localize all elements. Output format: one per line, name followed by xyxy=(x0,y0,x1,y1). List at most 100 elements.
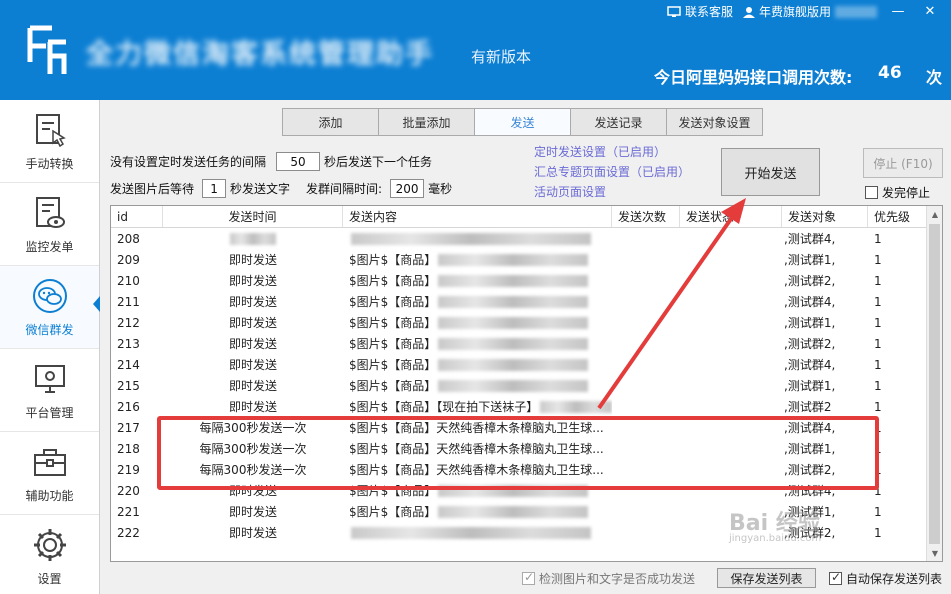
stop-after-finish-option[interactable]: 发完停止 xyxy=(865,184,930,201)
cell-target-text: ,测试群4, xyxy=(784,295,836,309)
table-row[interactable]: 212 即时发送 $图片$【商品】 ,测试群1, 1 xyxy=(111,312,942,333)
stop-button[interactable]: 停止 (F10) xyxy=(863,148,943,178)
table-row[interactable]: 214 即时发送 $图片$【商品】 ,测试群4, 1 xyxy=(111,354,942,375)
cell-send-count xyxy=(612,270,680,291)
cell-priority: 1 xyxy=(868,228,927,249)
table-row[interactable]: 215 即时发送 $图片$【商品】 ,测试群1, 1 xyxy=(111,375,942,396)
column-header-time[interactable]: 发送时间 xyxy=(163,206,343,227)
account-info[interactable]: 年费旗舰版用 xyxy=(742,3,877,20)
table-row[interactable]: 213 即时发送 $图片$【商品】 ,测试群2, 1 xyxy=(111,333,942,354)
cell-target-text: ,测试群1, xyxy=(784,379,836,393)
auto-save-checkbox[interactable] xyxy=(829,570,842,585)
api-count-value: 46 xyxy=(878,63,902,83)
settings-links: 定时发送设置（已启用） 汇总专题页面设置（已启用） 活动页面设置 xyxy=(534,142,690,202)
redacted-content xyxy=(438,274,589,287)
minimize-button[interactable]: — xyxy=(887,4,909,20)
cell-id: 209 xyxy=(111,249,163,270)
tab-add[interactable]: 添加 xyxy=(282,108,379,136)
cell-id: 212 xyxy=(111,312,163,333)
cell-id-text: 222 xyxy=(117,525,140,540)
table-row[interactable]: 210 即时发送 $图片$【商品】 ,测试群2, 1 xyxy=(111,270,942,291)
group-interval-input[interactable]: 200 xyxy=(390,179,425,198)
cell-content: $图片$【商品】 xyxy=(343,270,612,291)
check-send-option[interactable]: 检测图片和文字是否成功发送 xyxy=(522,570,695,587)
scrollbar-thumb[interactable] xyxy=(929,224,940,544)
redacted-username xyxy=(835,5,877,18)
scroll-up-icon[interactable]: ▲ xyxy=(927,206,942,222)
cell-priority-text: 1 xyxy=(874,525,882,540)
cell-target-text: ,测试群1, xyxy=(784,316,836,330)
redacted-content xyxy=(438,316,589,329)
column-header-id[interactable]: id xyxy=(111,206,163,227)
table-scrollbar[interactable]: ▲ ▼ xyxy=(926,206,942,561)
stop-after-finish-checkbox[interactable] xyxy=(865,186,878,199)
check-send-checkbox[interactable] xyxy=(522,570,535,585)
scroll-down-icon[interactable]: ▼ xyxy=(927,545,942,561)
column-header-status[interactable]: 发送状态 xyxy=(680,206,782,227)
cell-send-time-text: 即时发送 xyxy=(228,379,277,393)
tab-target-settings[interactable]: 发送对象设置 xyxy=(666,108,763,136)
cell-id: 214 xyxy=(111,354,163,375)
column-header-target[interactable]: 发送对象 xyxy=(782,206,868,227)
sidebar-item-monitor[interactable]: 监控发单 xyxy=(0,183,99,266)
table-row[interactable]: 216 即时发送 $图片$【商品】【现在拍下送袜子】 ,测试群2 1 xyxy=(111,396,942,417)
cell-content-text: $图片$【商品】 xyxy=(349,316,437,330)
wait-input[interactable]: 1 xyxy=(202,179,227,198)
cell-priority-text: 1 xyxy=(874,399,882,414)
column-header-priority[interactable]: 优先级 xyxy=(868,206,927,227)
sidebar-item-tools[interactable]: 辅助功能 xyxy=(0,432,99,515)
support-link[interactable]: 联系客服 xyxy=(667,3,733,20)
activity-page-settings-link[interactable]: 活动页面设置 xyxy=(534,182,690,202)
column-header-content[interactable]: 发送内容 xyxy=(343,206,612,227)
sidebar-item-label: 辅助功能 xyxy=(25,488,74,503)
cell-id: 217 xyxy=(111,417,163,438)
redacted-content xyxy=(438,379,589,392)
auto-save-option[interactable]: 自动保存发送列表 xyxy=(829,570,942,587)
column-header-count[interactable]: 发送次数 xyxy=(612,206,680,227)
new-version-link[interactable]: 有新版本 xyxy=(471,46,531,67)
cell-content-text: $图片$【商品】 xyxy=(349,253,437,267)
close-button[interactable]: ✕ xyxy=(919,4,941,20)
table-row[interactable]: 211 即时发送 $图片$【商品】 ,测试群4, 1 xyxy=(111,291,942,312)
save-list-button[interactable]: 保存发送列表 xyxy=(717,568,816,588)
cell-target-text: ,测试群2, xyxy=(784,337,836,351)
redacted-content xyxy=(438,358,589,371)
cell-send-status xyxy=(680,333,782,354)
cell-send-status xyxy=(680,291,782,312)
tab-send[interactable]: 发送 xyxy=(474,108,571,136)
interval-input[interactable]: 50 xyxy=(276,152,321,171)
cell-target: ,测试群4, xyxy=(782,291,868,312)
sidebar-item-platform[interactable]: 平台管理 xyxy=(0,349,99,432)
start-send-button[interactable]: 开始发送 xyxy=(721,148,820,196)
cell-send-status xyxy=(680,228,782,249)
cell-target: ,测试群4, xyxy=(782,228,868,249)
stop-after-finish-label: 发完停止 xyxy=(882,186,931,200)
cell-id-text: 212 xyxy=(117,315,140,330)
app-header: 全力微信淘客系统管理助手 有新版本 联系客服 年费旗舰版用 — ✕ 今日阿里妈妈… xyxy=(0,0,951,100)
schedule-settings-link[interactable]: 定时发送设置（已启用） xyxy=(534,142,690,162)
tab-send-log[interactable]: 发送记录 xyxy=(570,108,667,136)
table-row[interactable]: 209 即时发送 $图片$【商品】 ,测试群1, 1 xyxy=(111,249,942,270)
cell-target-text: ,测试群2, xyxy=(784,274,836,288)
cell-priority-text: 1 xyxy=(874,357,882,372)
cell-priority: 1 xyxy=(868,375,927,396)
cell-send-time xyxy=(163,228,343,249)
cell-send-time-text: 即时发送 xyxy=(228,358,277,372)
table-row[interactable]: 208 ,测试群4, 1 xyxy=(111,228,942,249)
cell-content: $图片$【商品】 xyxy=(343,249,612,270)
table-body: 208 ,测试群4, 1 209 即时发送 $图片$【商品】 ,测试群1, 1 210 即时发送 $… xyxy=(111,228,942,543)
topic-page-settings-link[interactable]: 汇总专题页面设置（已启用） xyxy=(534,162,690,182)
sidebar-item-manual-convert[interactable]: 手动转换 xyxy=(0,100,99,183)
tab-batch-add[interactable]: 批量添加 xyxy=(378,108,475,136)
cell-send-time-text: 即时发送 xyxy=(228,505,277,519)
cell-send-time-text: 即时发送 xyxy=(228,400,277,414)
sidebar-item-wechat-broadcast[interactable]: 微信群发 xyxy=(0,266,100,349)
wait-setting: 发送图片后等待 1 秒发送文字 发群间隔时间: 200 毫秒 xyxy=(110,179,452,198)
cell-id: 221 xyxy=(111,501,163,522)
cell-content: $图片$【商品】【现在拍下送袜子】 xyxy=(343,396,612,417)
watermark-sub: jingyan.baidu.com xyxy=(729,533,822,544)
cell-content: $图片$【商品】 xyxy=(343,501,612,522)
sidebar-item-settings[interactable]: 设置 xyxy=(0,515,99,594)
cell-send-count xyxy=(612,333,680,354)
app-logo-icon xyxy=(27,25,67,74)
